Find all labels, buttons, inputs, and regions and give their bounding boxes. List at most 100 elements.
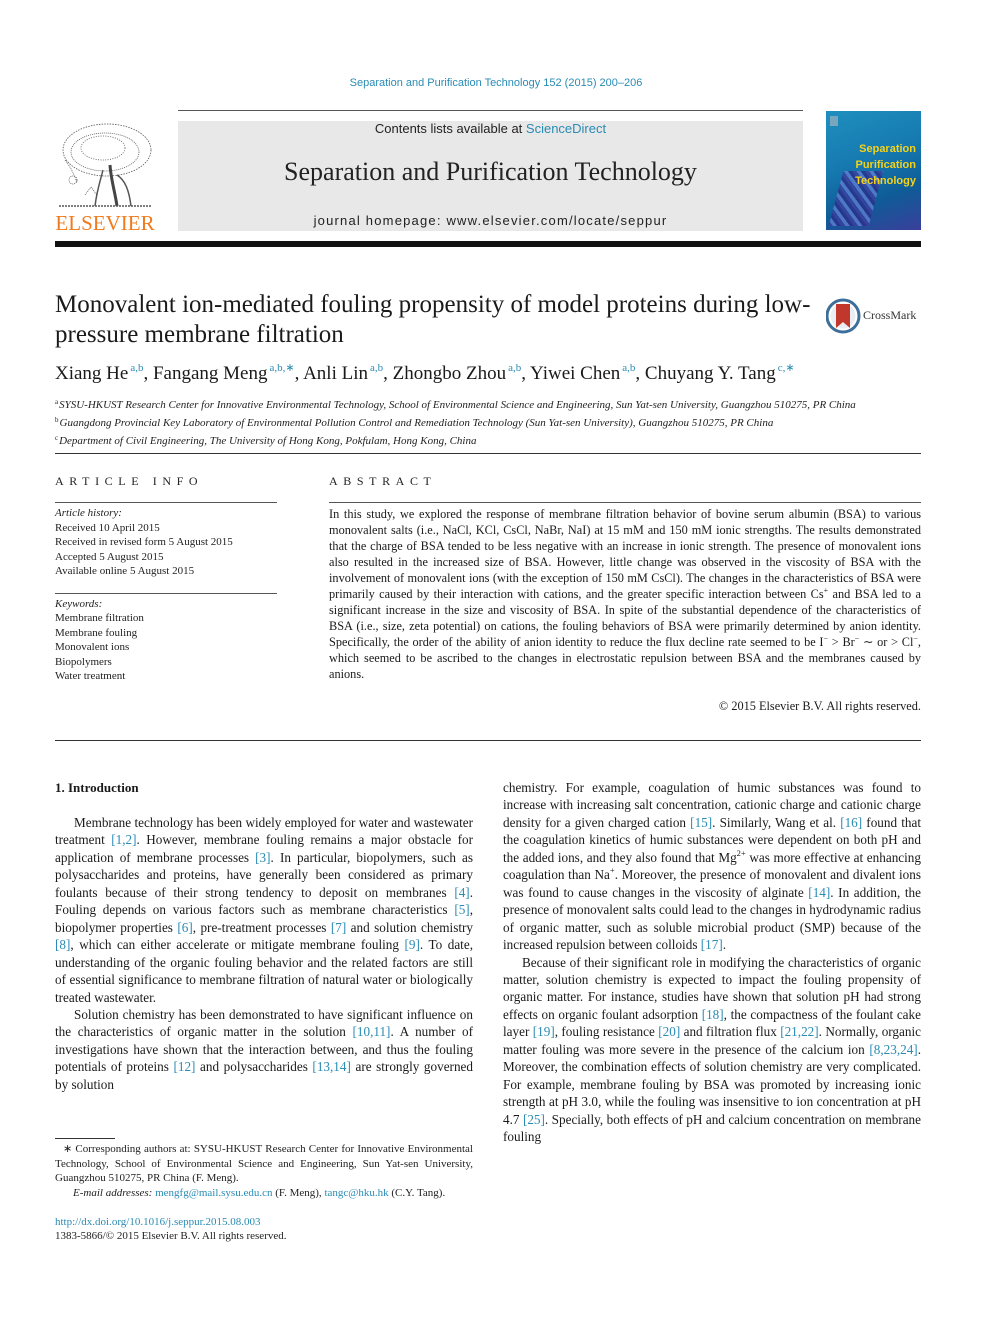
- keyword-item: Membrane filtration: [55, 612, 144, 625]
- affiliation-item: bGuangdong Provincial Key Laboratory of …: [55, 415, 774, 429]
- sciencedirect-link[interactable]: ScienceDirect: [526, 121, 606, 136]
- citation-link[interactable]: [18]: [702, 1007, 724, 1022]
- footnote-divider: [55, 1138, 115, 1139]
- superscript: +: [609, 865, 615, 876]
- cover-title-line: Purification: [855, 159, 916, 171]
- citation-link[interactable]: [14]: [808, 885, 830, 900]
- citation-link[interactable]: [10,11]: [352, 1024, 390, 1039]
- article-history: Article history: Received 10 April 2015 …: [55, 506, 285, 579]
- citation-link[interactable]: [12]: [173, 1059, 195, 1074]
- abstract-bottom-divider: [55, 740, 921, 741]
- author-affiliation-mark[interactable]: a,b,∗: [270, 362, 295, 374]
- citation-link[interactable]: [9]: [405, 937, 420, 952]
- email-label: E-mail addresses:: [73, 1186, 156, 1199]
- email-owner: (C.Y. Tang).: [388, 1186, 446, 1199]
- journal-reference-link[interactable]: Separation and Purification Technology 1…: [0, 77, 992, 89]
- affiliation-mark: c: [55, 433, 59, 442]
- author-name[interactable]: Anli Lin: [303, 363, 368, 384]
- affiliation-mark: b: [55, 415, 59, 424]
- email-link-tang[interactable]: tangc@hku.hk: [324, 1187, 388, 1199]
- citation-link[interactable]: [7]: [331, 920, 346, 935]
- contents-line: Contents lists available at ScienceDirec…: [178, 121, 803, 136]
- abstract-heading: ABSTRACT: [329, 474, 437, 488]
- body-paragraph: chemistry. For example, coagulation of h…: [503, 780, 922, 953]
- corresponding-author-note: ∗ Corresponding authors at: SYSU-HKUST R…: [55, 1143, 473, 1185]
- history-item: Available online 5 August 2015: [55, 565, 195, 578]
- author-affiliation-mark[interactable]: c,∗: [778, 362, 795, 374]
- author-name[interactable]: Yiwei Chen: [530, 363, 620, 384]
- cover-title-line: Separation: [859, 143, 916, 155]
- cover-emblem-icon: [830, 116, 838, 126]
- body-column-left: Membrane technology has been widely empl…: [55, 814, 473, 1093]
- affiliations: aSYSU-HKUST Research Center for Innovati…: [55, 395, 925, 448]
- author-affiliation-mark[interactable]: a,b: [622, 362, 635, 374]
- superscript: −: [913, 634, 918, 643]
- citation-link[interactable]: [8]: [55, 937, 70, 952]
- citation-link[interactable]: [13,14]: [312, 1059, 350, 1074]
- citation-link[interactable]: [15]: [690, 815, 712, 830]
- article-info-divider: [55, 502, 277, 503]
- superscript: −: [854, 634, 860, 643]
- citation-link[interactable]: [21,22]: [780, 1024, 818, 1039]
- article-info-heading: ARTICLE INFO: [55, 474, 204, 488]
- email-owner: (F. Meng),: [272, 1186, 325, 1199]
- journal-cover-image[interactable]: Separation Purification Technology: [826, 111, 921, 230]
- citation-link[interactable]: [1,2]: [111, 832, 136, 847]
- keyword-item: Membrane fouling: [55, 626, 138, 639]
- author-affiliation-mark[interactable]: a,b: [508, 362, 521, 374]
- affiliation-item: cDepartment of Civil Engineering, The Un…: [55, 433, 477, 447]
- body-column-right: chemistry. For example, coagulation of h…: [503, 779, 921, 1146]
- history-item: Accepted 5 August 2015: [55, 550, 164, 563]
- footnotes: ∗ Corresponding authors at: SYSU-HKUST R…: [55, 1142, 473, 1200]
- body-paragraph: Membrane technology has been widely empl…: [55, 815, 474, 1005]
- journal-name: Separation and Purification Technology: [284, 157, 697, 186]
- author-list: Xiang He a,b, Fangang Meng a,b,∗, Anli Lin…: [55, 362, 795, 384]
- keyword-item: Water treatment: [55, 670, 126, 683]
- article-history-label: Article history:: [55, 507, 122, 519]
- keywords: Keywords: Membrane filtration Membrane f…: [55, 597, 285, 683]
- author-affiliation-mark[interactable]: a,b: [370, 362, 383, 374]
- citation-link[interactable]: [5]: [454, 902, 469, 917]
- journal-homepage-link[interactable]: journal homepage: www.elsevier.com/locat…: [178, 213, 803, 228]
- abstract-text: In this study, we explored the response …: [329, 507, 921, 681]
- body-paragraph: Because of their significant role in mod…: [503, 954, 921, 1145]
- author-name[interactable]: Zhongbo Zhou: [393, 363, 506, 384]
- crossmark-label[interactable]: CrossMark: [863, 308, 916, 323]
- citation-link[interactable]: [25]: [523, 1112, 545, 1127]
- header-divider: [178, 110, 803, 111]
- doi-link[interactable]: http://dx.doi.org/10.1016/j.seppur.2015.…: [55, 1216, 260, 1228]
- citation-link[interactable]: [17]: [701, 937, 723, 952]
- cover-title-line: Technology: [855, 175, 916, 187]
- section-heading-introduction: 1. Introduction: [55, 780, 139, 795]
- issn-copyright: 1383-5866/© 2015 Elsevier B.V. All right…: [55, 1230, 287, 1242]
- elsevier-logo-text: ELSEVIER: [55, 211, 155, 235]
- article-title: Monovalent ion-mediated fouling propensi…: [55, 291, 811, 348]
- citation-link[interactable]: [3]: [255, 850, 270, 865]
- citation-link[interactable]: [16]: [840, 815, 862, 830]
- citation-link[interactable]: [4]: [454, 885, 469, 900]
- superscript: 2+: [736, 847, 746, 858]
- keywords-label: Keywords:: [55, 598, 103, 610]
- email-addresses: E-mail addresses: mengfg@mail.sysu.edu.c…: [55, 1186, 473, 1201]
- superscript: +: [823, 586, 829, 595]
- history-item: Received in revised form 5 August 2015: [55, 536, 233, 549]
- header-thick-divider: [55, 241, 921, 247]
- abstract-copyright: © 2015 Elsevier B.V. All rights reserved…: [718, 699, 921, 713]
- email-link-meng[interactable]: mengfg@mail.sysu.edu.cn: [155, 1187, 272, 1199]
- citation-link[interactable]: [19]: [533, 1024, 555, 1039]
- cover-title: Separation Purification Technology: [855, 141, 916, 189]
- keywords-divider: [55, 593, 277, 594]
- abstract-divider: [329, 502, 921, 503]
- author-affiliation-mark[interactable]: a,b: [130, 362, 143, 374]
- body-paragraph: Solution chemistry has been demonstrated…: [55, 1006, 473, 1092]
- affiliation-item: aSYSU-HKUST Research Center for Innovati…: [55, 398, 856, 411]
- keyword-item: Monovalent ions: [55, 641, 130, 654]
- citation-link[interactable]: [8,23,24]: [869, 1042, 917, 1057]
- citation-link[interactable]: [6]: [177, 920, 192, 935]
- citation-link[interactable]: [20]: [658, 1024, 680, 1039]
- author-name[interactable]: Xiang He: [55, 363, 128, 384]
- author-name[interactable]: Fangang Meng: [153, 363, 268, 384]
- contents-prefix: Contents lists available at: [374, 121, 526, 136]
- affiliation-mark: a: [55, 398, 59, 406]
- author-name[interactable]: Chuyang Y. Tang: [645, 363, 776, 384]
